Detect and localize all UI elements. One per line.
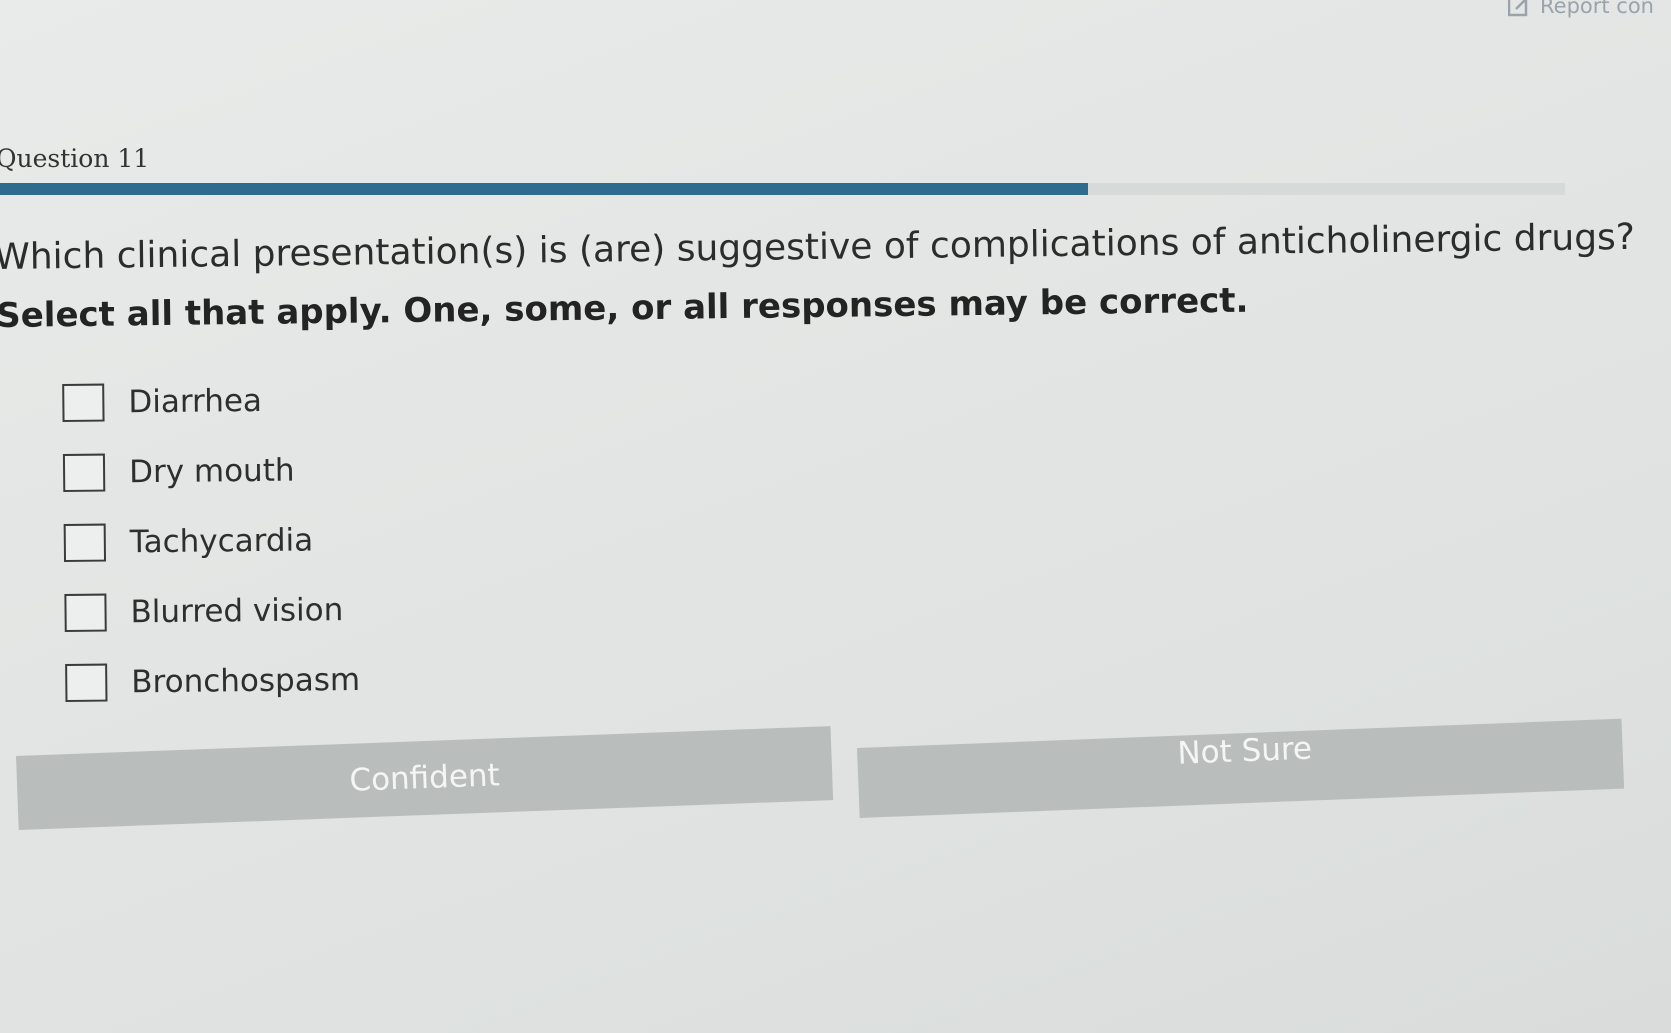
option-blurred-vision[interactable]: Blurred vision	[64, 575, 359, 648]
progress-bar	[0, 183, 1565, 195]
checkbox[interactable]	[65, 663, 108, 702]
option-bronchospasm[interactable]: Bronchospasm	[65, 645, 360, 718]
checkbox[interactable]	[62, 453, 106, 492]
option-label: Blurred vision	[130, 592, 344, 631]
confident-button[interactable]: Confident	[16, 726, 834, 830]
report-content-link[interactable]: Report con	[1507, 0, 1654, 18]
option-label: Bronchospasm	[131, 661, 361, 701]
checkbox[interactable]	[64, 593, 107, 632]
option-label: Diarrhea	[128, 382, 263, 421]
not-sure-button[interactable]: Not Sure	[857, 718, 1625, 818]
option-dry-mouth[interactable]: Dry mouth	[62, 435, 358, 508]
option-label: Dry mouth	[128, 452, 295, 491]
progress-bar-fill	[0, 183, 1088, 195]
question-instruction: Select all that apply. One, some, or all…	[0, 280, 1249, 336]
report-label: Report con	[1540, 0, 1654, 18]
option-label: Tachycardia	[129, 522, 314, 561]
answer-options: Diarrhea Dry mouth Tachycardia Blurred v…	[62, 365, 360, 718]
edit-icon	[1507, 0, 1530, 17]
question-number: Question 11	[0, 144, 150, 173]
question-text: Which clinical presentation(s) is (are) …	[0, 216, 1636, 278]
checkbox[interactable]	[63, 523, 107, 562]
checkbox[interactable]	[62, 383, 105, 422]
option-diarrhea[interactable]: Diarrhea	[62, 365, 357, 438]
option-tachycardia[interactable]: Tachycardia	[63, 505, 358, 578]
